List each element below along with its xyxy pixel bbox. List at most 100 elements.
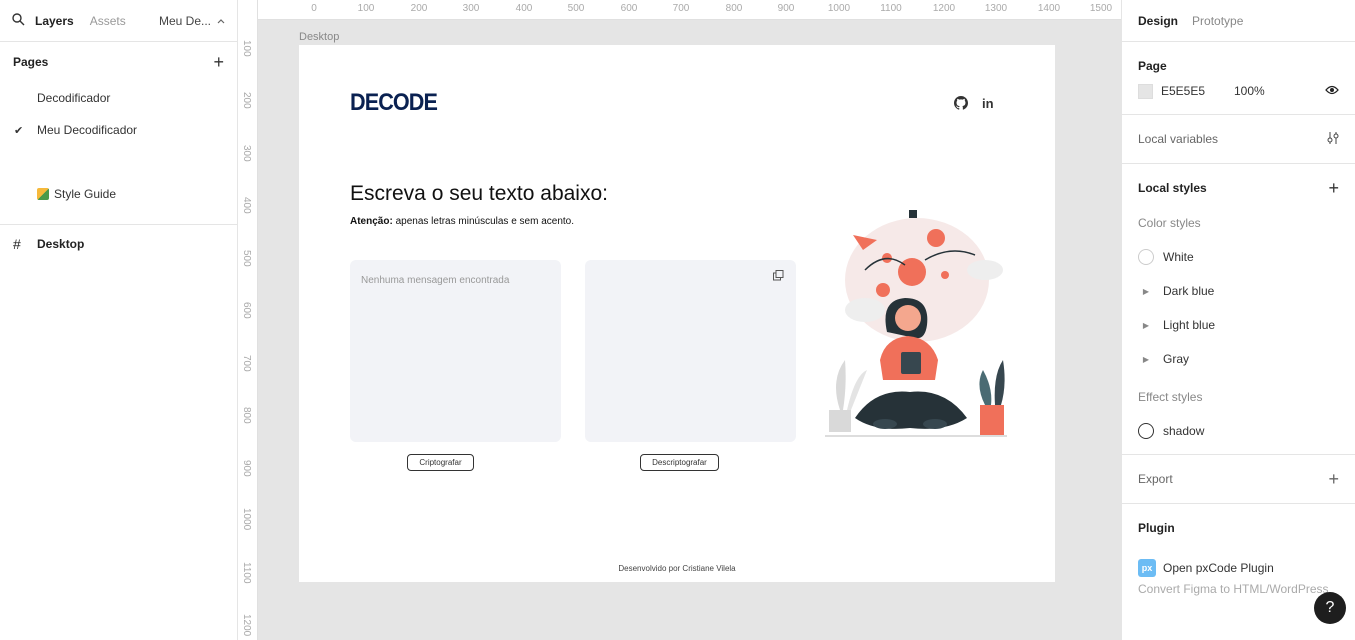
page-item-decodificador[interactable]: Decodificador [0,82,237,114]
local-variables-row[interactable]: Local variables [1138,115,1339,163]
canvas[interactable]: 0 100 200 300 400 500 600 700 800 900 10… [238,0,1121,640]
color-style-gray[interactable]: ▶ Gray [1138,342,1339,376]
ruler-top: 0 100 200 300 400 500 600 700 800 900 10… [258,0,1121,20]
logo: DECODE [350,89,438,116]
add-style-icon[interactable]: + [1328,178,1339,199]
pxcode-logo-icon: px [1138,559,1156,577]
page-label: Meu Decodificador [37,123,138,137]
layers-panel: Layers Assets Meu De... Pages + Decodifi… [0,0,238,640]
chevron-up-icon [217,18,225,23]
divider [0,224,237,225]
ruler-tick: 200 [410,3,428,14]
ruler-tick: 0 [311,3,317,14]
ruler-tick: 400 [515,3,533,14]
local-variables-section[interactable]: Local variables [1122,115,1355,164]
tab-layers[interactable]: Layers [35,14,74,28]
local-styles-header: Local styles + [1138,164,1339,212]
page-color-row: E5E5E5 100% [1138,83,1339,99]
plugin-section: Plugin px Open pxCode Plugin Convert Fig… [1122,504,1355,598]
ruler-tick: 800 [725,3,743,14]
output-textarea[interactable] [585,260,796,442]
page-label: Decodificador [37,91,111,105]
notice-body: apenas letras minúsculas e sem acento. [392,216,575,227]
page-section: Page E5E5E5 100% [1122,42,1355,115]
shadow-effect-icon [1138,423,1154,439]
right-panel-tabs: Design Prototype [1122,0,1355,42]
check-icon: ✔ [14,124,24,137]
white-swatch-icon [1138,249,1154,265]
plugin-description: Convert Figma to HTML/WordPress [1138,582,1329,596]
export-title: Export [1138,472,1173,486]
style-label: Dark blue [1163,284,1215,298]
style-label: White [1163,250,1194,264]
input-textarea[interactable]: Nenhuma mensagem encontrada [350,260,561,442]
page-opacity-value[interactable]: 100% [1234,84,1265,98]
plugin-title: Plugin [1138,521,1175,535]
local-styles-section: Local styles + Color styles White ▶ Dark… [1122,164,1355,455]
style-label: Gray [1163,352,1190,366]
ruler-tick: 300 [462,3,480,14]
layer-item-desktop[interactable]: # Desktop [0,229,237,259]
notice-text: Atenção: apenas letras minúsculas e sem … [350,216,574,227]
file-name: Meu De... [158,13,211,28]
ruler-left: 100 200 300 400 500 600 700 800 900 1000… [238,0,258,640]
ruler-tick: 900 [241,460,252,477]
frame-label[interactable]: Desktop [299,31,339,43]
tab-prototype[interactable]: Prototype [1192,14,1243,28]
ruler-tick: 1300 [984,3,1008,14]
caret-right-icon[interactable]: ▶ [1138,355,1154,364]
plugin-row[interactable]: px Open pxCode Plugin [1138,556,1339,580]
add-page-icon[interactable]: + [213,53,224,71]
color-style-light-blue[interactable]: ▶ Light blue [1138,308,1339,342]
style-label: Light blue [1163,318,1216,332]
ruler-tick: 1000 [827,3,851,14]
frame-icon: # [13,236,21,252]
ruler-tick: 1000 [241,508,252,531]
encrypt-button[interactable]: Criptografar [407,454,474,471]
page-item-style-guide[interactable]: Style Guide [0,178,237,210]
color-style-white[interactable]: White [1138,240,1339,274]
search-icon[interactable] [12,12,25,29]
local-variables-label: Local variables [1138,132,1219,146]
export-section: Export + [1122,455,1355,504]
file-name-dropdown[interactable]: Meu De... [159,14,225,28]
color-style-dark-blue[interactable]: ▶ Dark blue [1138,274,1339,308]
caret-right-icon[interactable]: ▶ [1138,287,1154,296]
ruler-tick: 900 [777,3,795,14]
ruler-tick: 1400 [1037,3,1061,14]
footer-credit: Desenvolvido por Cristiane Vilela [618,564,736,573]
input-placeholder: Nenhuma mensagem encontrada [361,275,510,286]
plugin-name[interactable]: Open pxCode Plugin [1163,561,1274,575]
sliders-icon[interactable] [1327,131,1339,148]
tab-assets[interactable]: Assets [90,14,126,28]
effect-styles-title: Effect styles [1138,390,1203,404]
linkedin-icon[interactable]: in [982,96,994,111]
ruler-tick: 1500 [1089,3,1113,14]
tab-design[interactable]: Design [1138,14,1178,28]
ruler-tick: 800 [241,407,252,424]
ruler-tick: 700 [241,355,252,372]
color-styles-title: Color styles [1138,216,1201,230]
github-icon[interactable] [954,96,968,113]
effect-style-shadow[interactable]: shadow [1138,414,1339,448]
ruler-tick: 1100 [880,3,902,14]
add-export-icon[interactable]: + [1328,469,1339,490]
ruler-tick: 600 [620,3,638,14]
eye-icon[interactable] [1325,84,1339,98]
ruler-tick: 200 [241,92,252,109]
notice-bold: Atenção: [350,216,393,227]
ruler-tick: 100 [241,40,252,57]
desktop-frame[interactable]: DECODE in Escreva o seu texto abaixo: At… [299,45,1055,582]
ruler-tick: 500 [241,250,252,267]
copy-icon[interactable] [773,270,784,281]
export-header: Export + [1138,455,1339,503]
page-item-meu-decodificador[interactable]: ✔ Meu Decodificador [0,114,237,146]
layer-label: Desktop [37,237,85,251]
caret-right-icon[interactable]: ▶ [1138,321,1154,330]
page-color-value[interactable]: E5E5E5 [1161,84,1234,98]
style-label: shadow [1163,424,1205,438]
ruler-tick: 700 [672,3,690,14]
decrypt-button[interactable]: Descriptografar [640,454,719,471]
page-color-swatch[interactable] [1138,83,1153,99]
help-button[interactable]: ? [1314,592,1346,624]
